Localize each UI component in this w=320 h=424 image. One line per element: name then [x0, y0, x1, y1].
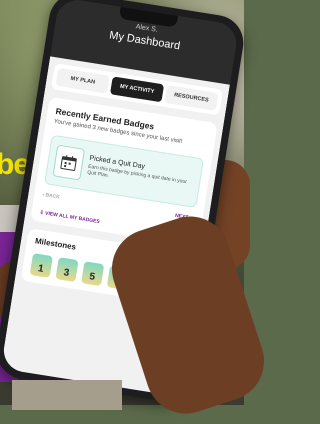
view-all-label: VIEW ALL MY BADGES	[45, 210, 100, 225]
milestone-item[interactable]: 5	[81, 261, 104, 286]
back-label: BACK	[45, 192, 60, 200]
sleeve	[12, 380, 122, 410]
tab-my-activity[interactable]: MY ACTIVITY	[110, 76, 164, 102]
tab-my-plan[interactable]: MY PLAN	[56, 68, 110, 94]
calendar-icon	[52, 144, 85, 180]
back-button[interactable]: ‹ BACK	[42, 192, 60, 201]
milestone-item[interactable]: 3	[55, 257, 78, 282]
tab-resources[interactable]: RESOURCES	[164, 85, 218, 111]
milestones-title: Milestones	[34, 236, 76, 251]
milestone-item[interactable]: 1	[30, 253, 53, 278]
